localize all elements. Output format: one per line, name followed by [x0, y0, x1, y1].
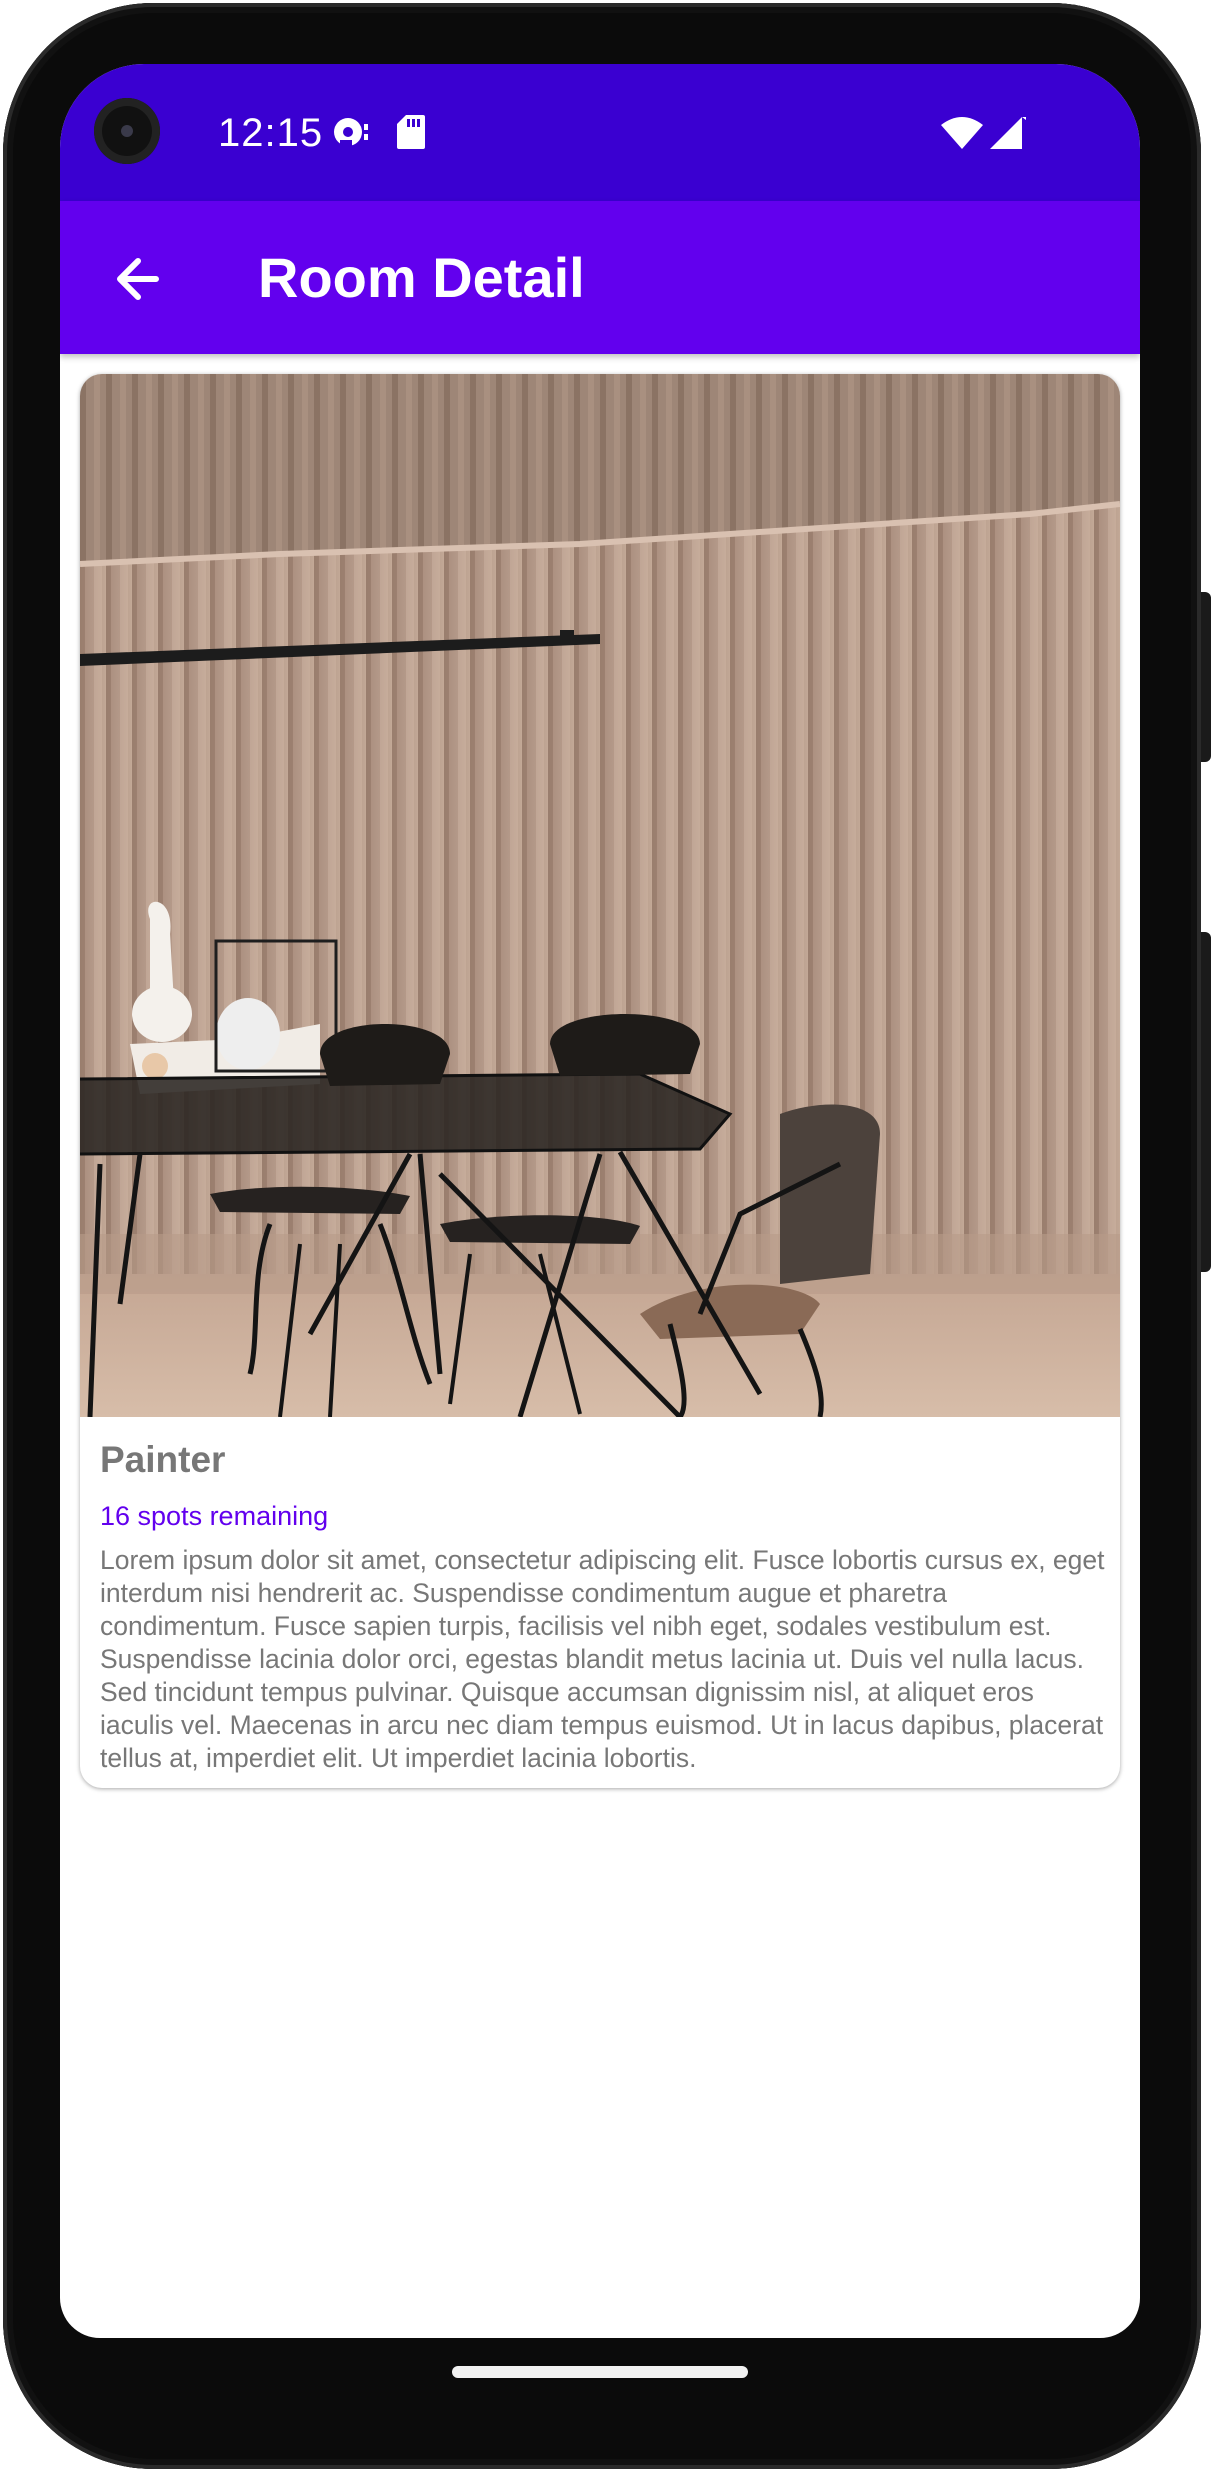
spots-remaining: 16 spots remaining — [100, 1501, 329, 1531]
camera-icon — [94, 98, 160, 164]
status-time: 12:15 — [218, 111, 324, 155]
screen: 12:15 Room Detail Painter 16 spots remai… — [60, 64, 1140, 2338]
cell-signal-icon — [990, 117, 1026, 149]
wifi-icon — [941, 117, 983, 149]
room-photo — [80, 374, 1120, 1417]
app-bar: Room Detail — [60, 201, 1140, 354]
sync-debug-icon — [334, 118, 368, 148]
arrow-back-icon[interactable] — [100, 241, 176, 317]
power-button — [1201, 592, 1211, 762]
volume-button — [1201, 932, 1211, 1272]
room-card[interactable]: Painter 16 spots remaining Lorem ipsum d… — [80, 374, 1120, 1788]
status-bar: 12:15 — [60, 64, 1140, 201]
phone-device: 12:15 Room Detail Painter 16 spots remai… — [0, 0, 1211, 2474]
home-indicator[interactable] — [452, 2366, 748, 2378]
page-title: Room Detail — [258, 246, 585, 309]
room-description: Lorem ipsum dolor sit amet, consectetur … — [100, 1545, 1105, 1773]
room-name: Painter — [100, 1439, 226, 1480]
sd-card-icon — [397, 115, 425, 149]
